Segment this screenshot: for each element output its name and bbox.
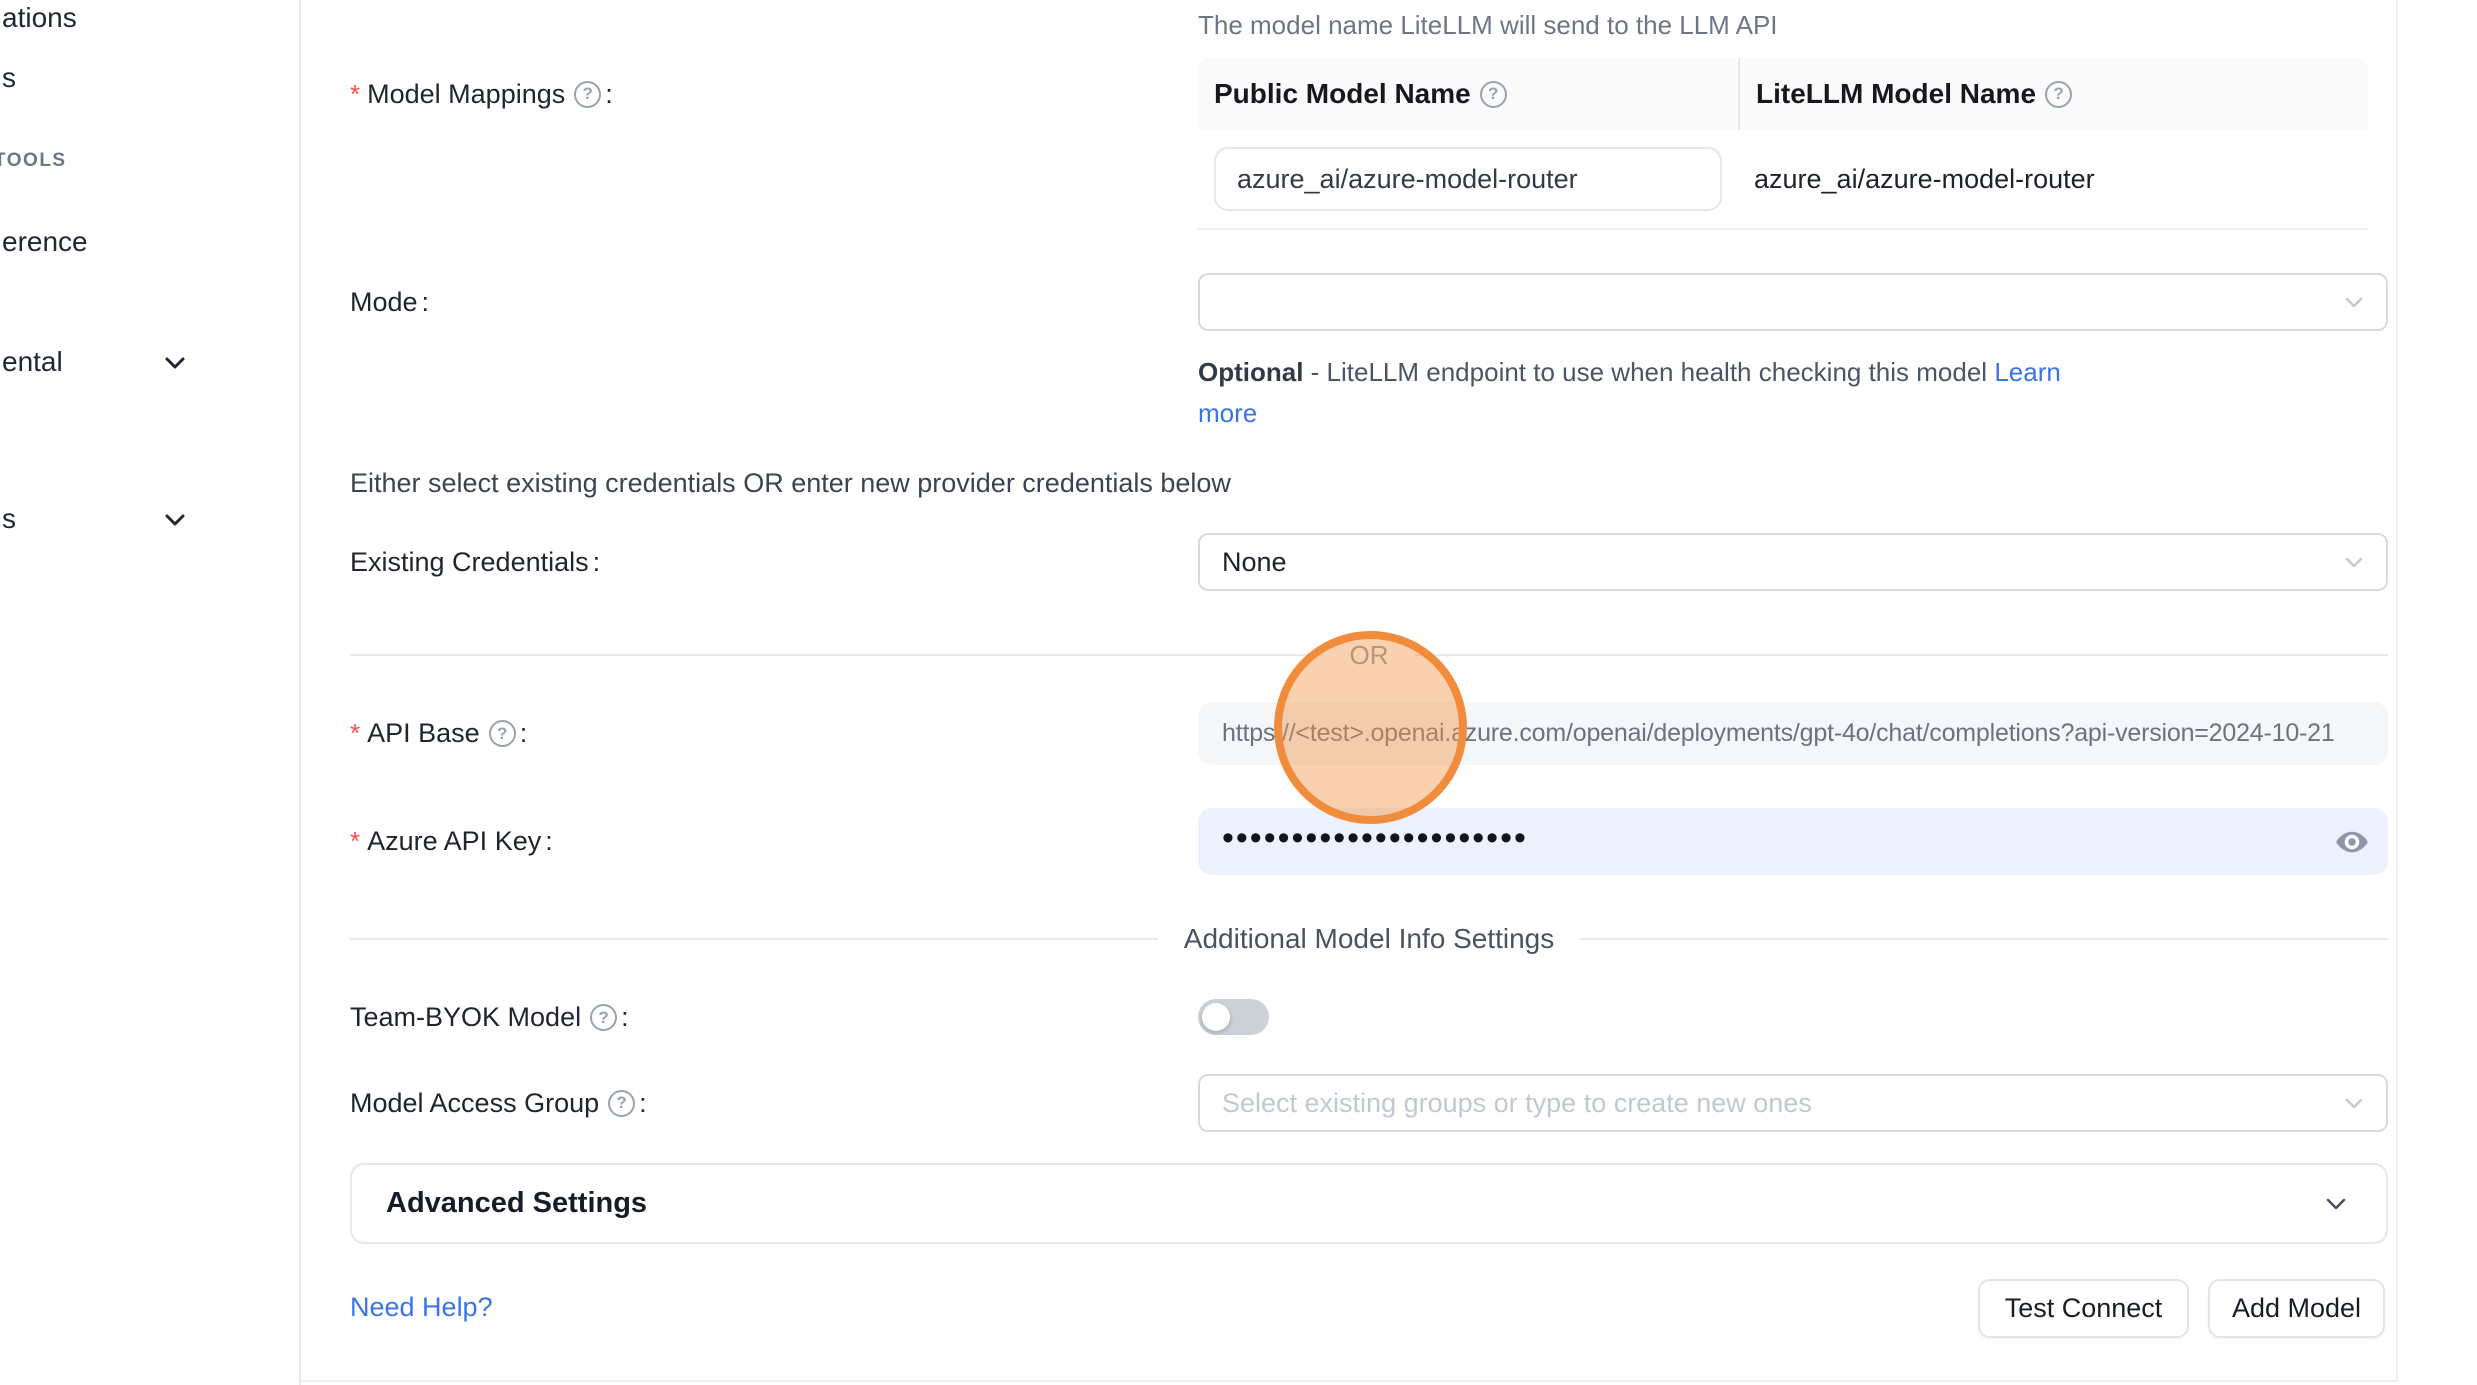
divider-line xyxy=(350,654,1324,656)
api-base-label-text: API Base xyxy=(367,718,480,749)
model-access-group-select[interactable]: Select existing groups or type to create… xyxy=(1198,1074,2388,1132)
divider-line xyxy=(1580,938,2388,940)
model-access-group-label-text: Model Access Group xyxy=(350,1088,599,1119)
help-question-icon[interactable]: ? xyxy=(574,81,601,108)
chevron-down-icon[interactable] xyxy=(158,503,192,537)
required-asterisk: * xyxy=(350,718,360,749)
add-model-page: ations s TOOLS erence ental s The model … xyxy=(0,0,2477,1385)
team-byok-label-text: Team-BYOK Model xyxy=(350,1002,581,1033)
masked-api-key: •••••••••••••••••••••• xyxy=(1222,821,1528,855)
content-right-divider xyxy=(2396,0,2398,1382)
chevron-down-icon xyxy=(2320,1188,2352,1220)
public-model-name-header-text: Public Model Name xyxy=(1214,78,1471,110)
help-question-icon[interactable]: ? xyxy=(590,1004,617,1031)
chevron-down-icon[interactable] xyxy=(158,346,192,380)
mode-label: Mode : xyxy=(350,273,429,331)
label-colon: : xyxy=(621,1002,629,1033)
sidebar: ations s TOOLS erence ental s xyxy=(0,0,300,1385)
table-row: azure_ai/azure-model-router azure_ai/azu… xyxy=(1198,130,2368,230)
advanced-settings-panel[interactable]: Advanced Settings xyxy=(350,1163,2388,1244)
api-base-label: * API Base ? : xyxy=(350,702,527,765)
sidebar-item-reference[interactable]: erence xyxy=(2,226,88,258)
model-access-group-label: Model Access Group ? : xyxy=(350,1074,647,1132)
help-question-icon[interactable]: ? xyxy=(1480,81,1507,108)
sidebar-section-tools: TOOLS xyxy=(0,150,67,172)
litellm-model-name-header-text: LiteLLM Model Name xyxy=(1756,78,2036,110)
model-mappings-label-text: Model Mappings xyxy=(367,79,565,110)
mode-helper-body: - LiteLLM endpoint to use when health ch… xyxy=(1303,357,1994,387)
label-colon: : xyxy=(605,79,613,110)
sidebar-item-integrations[interactable]: ations xyxy=(2,2,77,34)
add-model-button[interactable]: Add Model xyxy=(2208,1279,2385,1338)
label-colon: : xyxy=(593,547,601,578)
label-colon: : xyxy=(520,718,528,749)
label-colon: : xyxy=(639,1088,647,1119)
label-colon: : xyxy=(545,826,553,857)
sidebar-item-models[interactable]: s xyxy=(2,62,16,94)
advanced-settings-label: Advanced Settings xyxy=(386,1187,647,1220)
or-divider: OR xyxy=(350,638,2388,672)
sidebar-divider xyxy=(299,0,301,1385)
mode-label-text: Mode xyxy=(350,287,418,318)
chevron-down-icon xyxy=(2340,288,2368,316)
test-connect-button[interactable]: Test Connect xyxy=(1978,1279,2189,1338)
litellm-model-name-value: azure_ai/azure-model-router xyxy=(1738,164,2368,195)
divider-line xyxy=(350,938,1158,940)
help-question-icon[interactable]: ? xyxy=(2045,81,2072,108)
eye-icon xyxy=(2333,823,2371,861)
required-asterisk: * xyxy=(350,79,360,110)
help-question-icon[interactable]: ? xyxy=(489,720,516,747)
azure-api-key-label-text: Azure API Key xyxy=(367,826,541,857)
need-help-link[interactable]: Need Help? xyxy=(350,1292,493,1323)
existing-credentials-label-text: Existing Credentials xyxy=(350,547,589,578)
toggle-visibility-button[interactable] xyxy=(2332,822,2372,862)
litellm-model-name-header: LiteLLM Model Name ? xyxy=(1738,58,2368,130)
public-model-name-input[interactable]: azure_ai/azure-model-router xyxy=(1214,147,1722,211)
mode-helper-text: Optional - LiteLLM endpoint to use when … xyxy=(1198,352,2064,434)
model-mappings-table-header: Public Model Name ? LiteLLM Model Name ? xyxy=(1198,58,2368,130)
existing-credentials-label: Existing Credentials : xyxy=(350,533,600,591)
azure-api-key-input[interactable]: •••••••••••••••••••••• xyxy=(1198,808,2388,875)
model-name-hint: The model name LiteLLM will send to the … xyxy=(1198,10,1778,41)
label-colon: : xyxy=(422,287,430,318)
model-access-group-placeholder: Select existing groups or type to create… xyxy=(1222,1088,1812,1119)
help-question-icon[interactable]: ? xyxy=(608,1090,635,1117)
existing-credentials-value: None xyxy=(1222,547,1287,578)
sidebar-item-settings[interactable]: s xyxy=(2,503,16,535)
azure-api-key-label: * Azure API Key : xyxy=(350,808,553,875)
model-mappings-table: Public Model Name ? LiteLLM Model Name ?… xyxy=(1198,58,2368,230)
chevron-down-icon xyxy=(2340,548,2368,576)
sidebar-item-experimental[interactable]: ental xyxy=(2,346,63,378)
card-bottom-divider xyxy=(300,1380,2397,1382)
api-base-input[interactable]: https://<test>.openai.azure.com/openai/d… xyxy=(1198,702,2388,765)
additional-settings-divider-text: Additional Model Info Settings xyxy=(1184,923,1554,955)
credentials-note: Either select existing credentials OR en… xyxy=(350,468,1231,499)
or-divider-text: OR xyxy=(1350,640,1389,671)
model-mappings-label: * Model Mappings ? : xyxy=(350,74,613,114)
toggle-knob xyxy=(1202,1003,1230,1031)
mode-select[interactable] xyxy=(1198,273,2388,331)
required-asterisk: * xyxy=(350,826,360,857)
existing-credentials-select[interactable]: None xyxy=(1198,533,2388,591)
public-model-name-header: Public Model Name ? xyxy=(1198,78,1738,110)
team-byok-toggle[interactable] xyxy=(1198,999,1269,1035)
optional-prefix: Optional xyxy=(1198,357,1303,387)
team-byok-label: Team-BYOK Model ? : xyxy=(350,999,629,1036)
additional-settings-divider: Additional Model Info Settings xyxy=(350,922,2388,956)
divider-line xyxy=(1415,654,2389,656)
chevron-down-icon xyxy=(2340,1089,2368,1117)
